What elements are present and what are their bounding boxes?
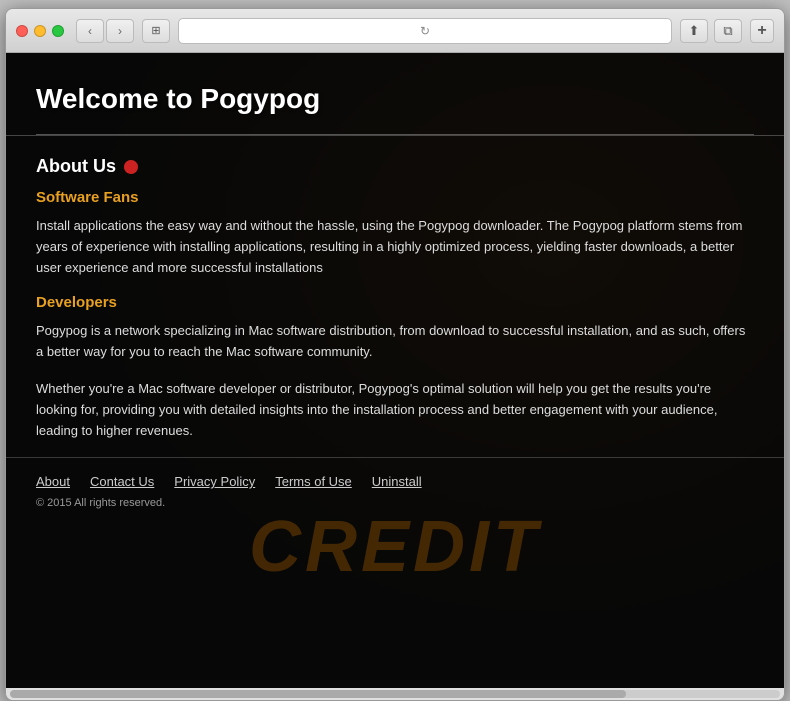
maximize-button[interactable] [52, 25, 64, 37]
developers-text-1: Pogypog is a network specializing in Mac… [36, 321, 754, 363]
traffic-lights [16, 25, 64, 37]
website-content: CREDIT Welcome to Pogypog About Us Softw… [6, 53, 784, 688]
developers-heading: Developers [36, 294, 754, 311]
new-window-button[interactable]: ⧉ [714, 19, 742, 43]
footer-link-about[interactable]: About [36, 474, 70, 489]
new-tab-button[interactable]: + [750, 19, 774, 43]
scrollbar-track[interactable] [10, 690, 780, 698]
sidebar-button[interactable]: ⊞ [142, 19, 170, 43]
main-content: About Us Software Fans Install applicati… [6, 136, 784, 441]
footer-link-terms-of-use[interactable]: Terms of Use [275, 474, 352, 489]
content-wrapper: Welcome to Pogypog About Us Software Fan… [6, 53, 784, 688]
nav-buttons: ‹ › [76, 19, 134, 43]
developers-section: Developers Pogypog is a network speciali… [36, 294, 754, 441]
browser-titlebar: ‹ › ⊞ ↻ ⬆ ⧉ + [6, 9, 784, 53]
footer-link-uninstall[interactable]: Uninstall [372, 474, 422, 489]
footer-copyright: © 2015 All rights reserved. [36, 497, 754, 509]
plus-icon: + [757, 22, 766, 40]
new-window-icon: ⧉ [723, 23, 732, 39]
close-button[interactable] [16, 25, 28, 37]
footer-links: About Contact Us Privacy Policy Terms of… [36, 474, 754, 489]
software-fans-heading: Software Fans [36, 189, 754, 206]
software-fans-section: Software Fans Install applications the e… [36, 189, 754, 278]
footer-link-privacy-policy[interactable]: Privacy Policy [174, 474, 255, 489]
hero-section: Welcome to Pogypog [6, 53, 784, 136]
share-button[interactable]: ⬆ [680, 19, 708, 43]
developers-text-2: Whether you're a Mac software developer … [36, 379, 754, 441]
footer: About Contact Us Privacy Policy Terms of… [6, 457, 784, 521]
share-icon: ⬆ [689, 23, 700, 39]
toolbar-actions: ⬆ ⧉ [680, 19, 742, 43]
about-us-heading: About Us [36, 156, 754, 177]
back-icon: ‹ [88, 24, 92, 38]
scrollbar-thumb[interactable] [10, 690, 626, 698]
back-button[interactable]: ‹ [76, 19, 104, 43]
browser-window: ‹ › ⊞ ↻ ⬆ ⧉ + CREDIT [5, 8, 785, 701]
url-bar[interactable]: ↻ [178, 18, 672, 44]
scrollbar-area [6, 688, 784, 700]
forward-icon: › [118, 24, 122, 38]
forward-button[interactable]: › [106, 19, 134, 43]
minimize-button[interactable] [34, 25, 46, 37]
reload-icon[interactable]: ↻ [420, 24, 430, 38]
software-fans-text: Install applications the easy way and wi… [36, 216, 754, 278]
red-dot-decoration [124, 160, 138, 174]
sidebar-icon: ⊞ [151, 24, 160, 37]
footer-link-contact-us[interactable]: Contact Us [90, 474, 154, 489]
hero-title: Welcome to Pogypog [36, 83, 754, 115]
